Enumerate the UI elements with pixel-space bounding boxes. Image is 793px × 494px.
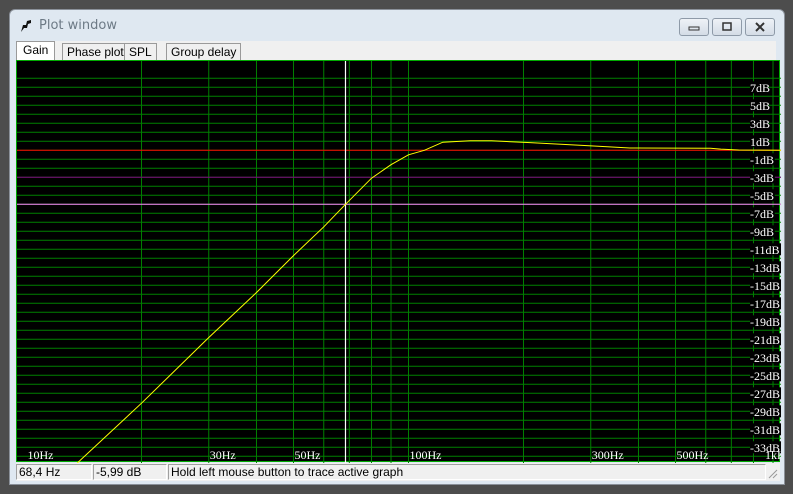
maximize-button[interactable] <box>712 18 742 36</box>
x-tick-label: 1kHz <box>765 448 781 462</box>
y-tick-label: -19dB <box>750 315 780 329</box>
y-tick-label: 1dB <box>750 135 770 149</box>
y-tick-label: -7dB <box>750 207 774 221</box>
status-frequency: 68,4 Hz <box>16 464 92 480</box>
y-tick-label: -17dB <box>750 297 780 311</box>
y-tick-label: -9dB <box>750 225 774 239</box>
y-tick-label: -21dB <box>750 333 780 347</box>
tab-group-delay[interactable]: Group delay <box>166 43 242 60</box>
maximize-icon <box>722 22 732 31</box>
y-tick-label: -1dB <box>750 153 774 167</box>
y-tick-label: 7dB <box>750 81 770 95</box>
gain-plot[interactable]: 7dB 5dB 3dB 1dB -1dB -3dB -5dB -7dB -9dB -11dB -13… <box>16 60 791 471</box>
status-bar: 68,4 Hz -5,99 dB Hold left mouse button … <box>16 463 780 481</box>
y-tick-label: 5dB <box>750 99 770 113</box>
y-tick-label: -23dB <box>750 351 780 365</box>
y-tick-label: -11dB <box>750 243 780 257</box>
gain-chart[interactable]: 7dB 5dB 3dB 1dB -1dB -3dB -5dB -7dB -9dB -11dB -13… <box>17 61 791 471</box>
status-gain: -5,99 dB <box>93 464 167 480</box>
plot-window: Plot window Gain Phase plot SPL Group de… <box>9 9 791 485</box>
window-title: Plot window <box>39 18 117 33</box>
status-hint: Hold left mouse button to trace active g… <box>168 464 766 480</box>
x-tick-label: 10Hz <box>28 448 54 462</box>
y-tick-label: -5dB <box>750 189 774 203</box>
x-tick-label: 30Hz <box>210 448 236 462</box>
x-tick-label: 100Hz <box>410 448 442 462</box>
tab-gain[interactable]: Gain <box>16 41 56 61</box>
app-icon <box>21 20 31 32</box>
y-tick-label: -27dB <box>750 387 780 401</box>
y-tick-label: -25dB <box>750 369 780 383</box>
resize-grip-icon[interactable] <box>766 467 778 479</box>
minimize-icon <box>688 26 700 31</box>
minimize-button[interactable] <box>679 18 709 36</box>
y-tick-label: -31dB <box>750 423 780 437</box>
tab-spl[interactable]: SPL <box>124 43 157 60</box>
x-tick-label: 50Hz <box>295 448 321 462</box>
y-tick-label: -3dB <box>750 171 774 185</box>
close-button[interactable] <box>745 18 775 36</box>
title-bar[interactable]: Plot window <box>10 10 784 41</box>
y-tick-label: -29dB <box>750 405 780 419</box>
close-icon <box>755 22 765 32</box>
tab-phase-plot[interactable]: Phase plot <box>62 43 129 60</box>
y-tick-label: -15dB <box>750 279 780 293</box>
y-tick-label: 3dB <box>750 117 770 131</box>
tab-bar: Gain Phase plot SPL Group delay <box>16 41 776 61</box>
x-tick-label: 500Hz <box>677 448 709 462</box>
x-tick-label: 300Hz <box>592 448 624 462</box>
y-tick-label: -13dB <box>750 261 780 275</box>
gain-curve <box>69 140 791 471</box>
